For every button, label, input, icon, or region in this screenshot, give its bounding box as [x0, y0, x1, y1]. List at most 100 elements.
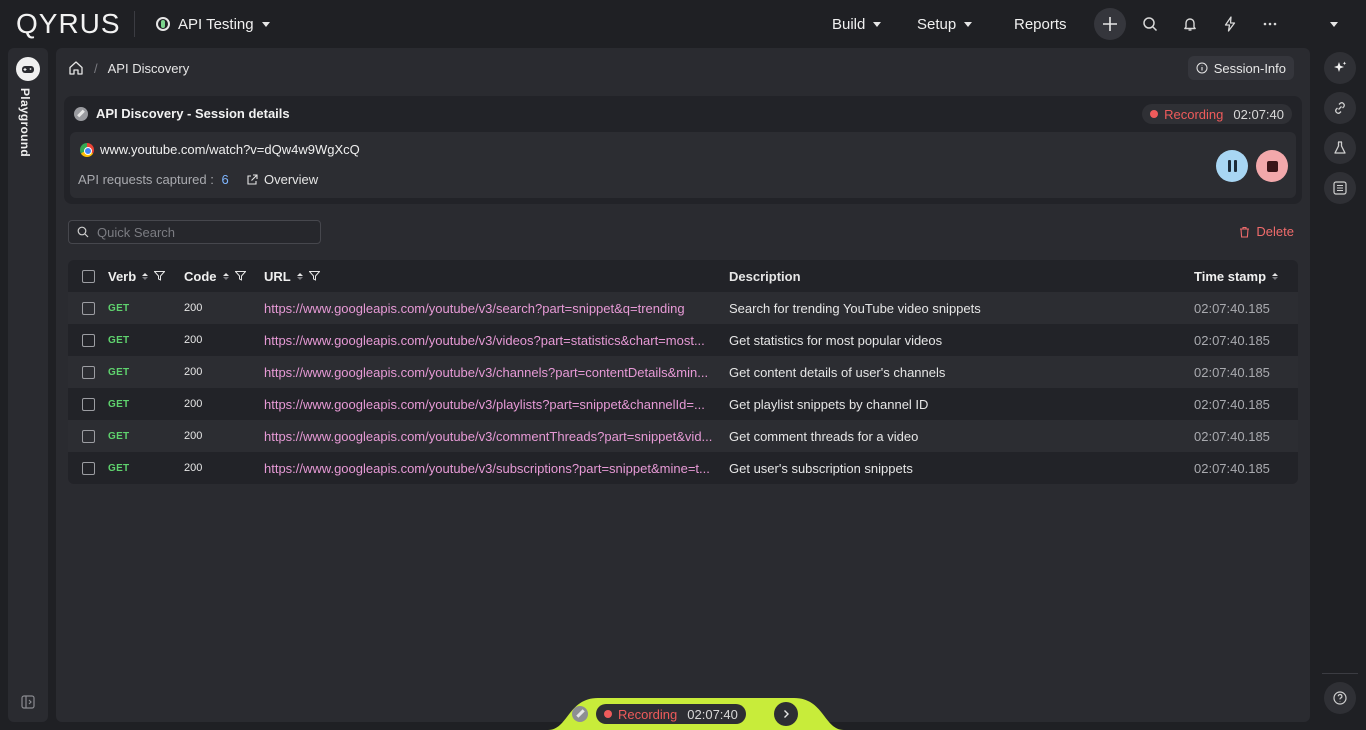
notifications-button[interactable]	[1176, 10, 1204, 38]
request-url-link[interactable]: https://www.googleapis.com/youtube/v3/se…	[264, 301, 685, 316]
recording-timer: 02:07:40	[1233, 106, 1284, 122]
row-verb: GET	[108, 303, 184, 314]
info-icon	[1196, 62, 1208, 74]
compass-icon	[572, 706, 588, 722]
header-verb-label: Verb	[108, 268, 137, 284]
table-row[interactable]: GET 200 https://www.googleapis.com/youtu…	[68, 324, 1298, 356]
filter-icon[interactable]	[234, 271, 246, 281]
help-button[interactable]	[1324, 682, 1356, 714]
collapse-sidebar-icon[interactable]	[21, 695, 35, 709]
quick-actions-button[interactable]	[1216, 10, 1244, 38]
verb-badge: GET	[108, 334, 130, 346]
header-url: URL	[264, 269, 729, 284]
recording-bar: Recording 02:07:40	[548, 698, 844, 730]
request-url-link[interactable]: https://www.googleapis.com/youtube/v3/co…	[264, 429, 712, 444]
status-code: 200	[184, 334, 203, 346]
row-verb: GET	[108, 431, 184, 442]
qyrus-logo[interactable]: QYRUS	[16, 8, 121, 39]
gamepad-icon	[22, 66, 34, 73]
list-button[interactable]	[1324, 172, 1356, 204]
playground-avatar[interactable]	[16, 57, 40, 81]
table-row[interactable]: GET 200 https://www.googleapis.com/youtu…	[68, 388, 1298, 420]
link-button[interactable]	[1324, 92, 1356, 124]
playground-label[interactable]: Playground	[18, 88, 32, 157]
right-rail-divider	[1322, 673, 1358, 674]
project-icon	[156, 17, 170, 31]
header-checkbox-cell	[68, 269, 108, 283]
chevron-down-icon	[964, 21, 973, 27]
sort-icon[interactable]	[296, 272, 303, 280]
pause-recording-button[interactable]	[1216, 150, 1248, 182]
help-icon	[1333, 691, 1347, 705]
pause-icon-bar	[1227, 160, 1231, 172]
home-icon[interactable]	[68, 60, 84, 76]
select-all-checkbox[interactable]	[81, 269, 95, 283]
header-url-label: URL	[264, 268, 291, 284]
more-options-button[interactable]	[1256, 10, 1284, 38]
recorded-url: www.youtube.com/watch?v=dQw4w9WgXcQ	[100, 142, 360, 157]
delete-button[interactable]: Delete	[1239, 224, 1294, 239]
row-timestamp: 02:07:40.185	[1194, 396, 1270, 412]
header-timestamp: Time stamp	[1194, 269, 1298, 284]
nav-reports-label: Reports	[1014, 15, 1067, 33]
nav-reports[interactable]: Reports	[1014, 14, 1067, 34]
ai-assistant-button[interactable]	[1324, 52, 1356, 84]
chevron-down-icon	[261, 21, 270, 27]
flask-button[interactable]	[1324, 132, 1356, 164]
stop-recording-button[interactable]	[1256, 150, 1288, 182]
request-url-link[interactable]: https://www.googleapis.com/youtube/v3/ch…	[264, 365, 708, 380]
chevron-down-icon	[873, 21, 882, 27]
overview-link[interactable]: Overview	[246, 172, 318, 187]
recording-timer: 02:07:40	[687, 706, 738, 722]
request-url-link[interactable]: https://www.googleapis.com/youtube/v3/su…	[264, 461, 710, 476]
sort-icon[interactable]	[222, 272, 229, 280]
status-code: 200	[184, 366, 203, 378]
recorded-url-box: www.youtube.com/watch?v=dQw4w9WgXcQ API …	[70, 132, 1296, 198]
row-verb: GET	[108, 399, 184, 410]
row-verb: GET	[108, 367, 184, 378]
table-row[interactable]: GET 200 https://www.googleapis.com/youtu…	[68, 420, 1298, 452]
nav-build[interactable]: Build	[832, 14, 882, 34]
bell-icon	[1184, 18, 1196, 31]
project-name: API Testing	[178, 15, 254, 33]
session-info-button[interactable]: Session-Info	[1187, 56, 1294, 80]
request-url-link[interactable]: https://www.googleapis.com/youtube/v3/vi…	[264, 333, 705, 348]
table-row[interactable]: GET 200 https://www.googleapis.com/youtu…	[68, 452, 1298, 484]
row-checkbox[interactable]	[81, 397, 95, 411]
search-icon	[77, 226, 89, 238]
row-timestamp: 02:07:40.185	[1194, 300, 1270, 316]
expand-recording-button[interactable]	[774, 702, 798, 726]
account-menu-button[interactable]	[1320, 10, 1348, 38]
row-checkbox-cell	[68, 365, 108, 379]
row-checkbox-cell	[68, 333, 108, 347]
row-checkbox[interactable]	[81, 429, 95, 443]
row-checkbox[interactable]	[81, 333, 95, 347]
table-header: Verb Code URL Description Time stamp	[68, 260, 1298, 292]
table-row[interactable]: GET 200 https://www.googleapis.com/youtu…	[68, 356, 1298, 388]
quick-search-input[interactable]	[97, 224, 317, 240]
request-url-link[interactable]: https://www.googleapis.com/youtube/v3/pl…	[264, 397, 705, 412]
search-icon	[1143, 17, 1158, 32]
nav-setup[interactable]: Setup	[917, 14, 973, 34]
search-button[interactable]	[1136, 10, 1164, 38]
header-description: Description	[729, 268, 801, 284]
recording-status-badge: Recording 02:07:40	[1142, 104, 1292, 124]
project-switcher[interactable]: API Testing	[156, 14, 270, 34]
row-checkbox[interactable]	[81, 365, 95, 379]
filter-icon[interactable]	[154, 271, 166, 281]
filter-icon[interactable]	[308, 271, 320, 281]
sort-icon[interactable]	[142, 272, 149, 280]
row-description: Get user's subscription snippets	[729, 460, 913, 476]
captured-label: API requests captured :	[78, 172, 214, 187]
compass-icon	[74, 106, 88, 121]
status-code: 200	[184, 462, 203, 474]
add-button[interactable]	[1094, 8, 1126, 40]
verb-badge: GET	[108, 302, 130, 314]
table-row[interactable]: GET 200 https://www.googleapis.com/youtu…	[68, 292, 1298, 324]
row-timestamp: 02:07:40.185	[1194, 460, 1270, 476]
sort-icon[interactable]	[1272, 272, 1279, 280]
row-url: https://www.googleapis.com/youtube/v3/co…	[264, 429, 729, 444]
row-checkbox[interactable]	[81, 461, 95, 475]
row-checkbox[interactable]	[81, 301, 95, 315]
top-bar: QYRUS API Testing Build Setup Reports	[0, 0, 1366, 48]
